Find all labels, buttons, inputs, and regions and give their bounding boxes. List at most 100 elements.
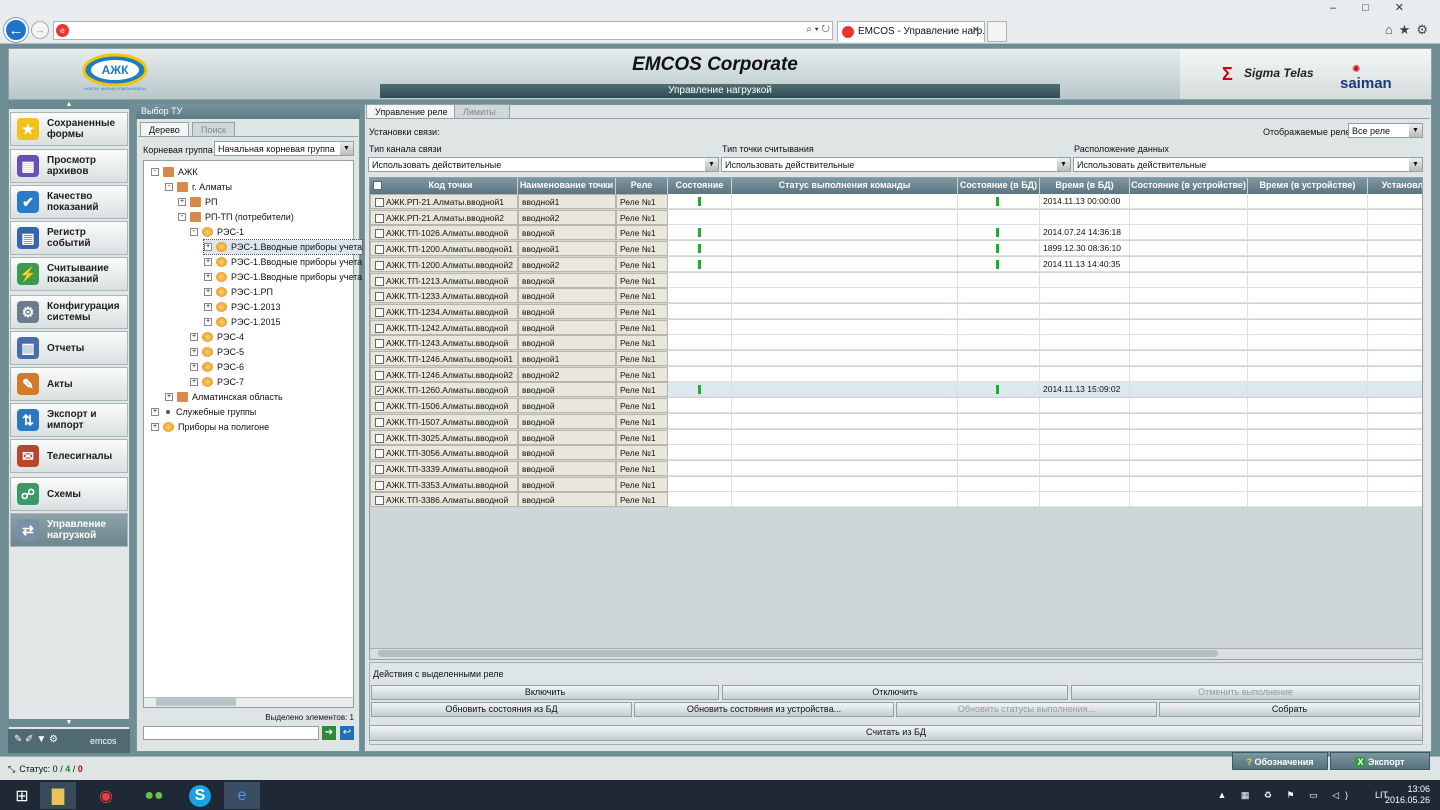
- row-checkbox[interactable]: [375, 355, 384, 364]
- row-checkbox[interactable]: [375, 370, 384, 380]
- chevron-down-icon[interactable]: ▼: [1409, 158, 1422, 171]
- row-checkbox[interactable]: [375, 402, 384, 412]
- column-header[interactable]: Состояние (в устройстве): [1130, 178, 1248, 194]
- data-location-select[interactable]: Использовать действительные ▼: [1073, 157, 1423, 172]
- tab-relay-control[interactable]: Управление реле: [366, 104, 457, 118]
- row-checkbox[interactable]: [375, 496, 384, 506]
- expand-icon[interactable]: +: [151, 408, 159, 416]
- table-row[interactable]: АЖК.ТП-1507.Алматы.вводной вводной Реле №1: [370, 413, 1422, 429]
- app-fruit-icon[interactable]: ●●: [136, 782, 172, 809]
- update-from-db-button[interactable]: Обновить состояния из БД: [371, 702, 632, 717]
- row-checkbox[interactable]: [375, 339, 384, 349]
- grid-scroll-thumb[interactable]: [378, 650, 1218, 657]
- tree-node[interactable]: + РЭС-1.2015: [204, 315, 281, 329]
- tree-node[interactable]: + РЭС-1.РП: [204, 285, 273, 299]
- row-checkbox[interactable]: [375, 229, 384, 239]
- row-checkbox[interactable]: [375, 260, 384, 270]
- row-checkbox[interactable]: [375, 292, 384, 302]
- tree-node[interactable]: + РЭС-1.2013: [204, 300, 281, 314]
- tree-node[interactable]: + РП: [178, 195, 217, 209]
- go-arrow-icon[interactable]: ➔: [322, 726, 336, 740]
- chrome-icon[interactable]: ◉: [88, 782, 124, 809]
- tree-node[interactable]: - г. Алматы: [165, 180, 232, 194]
- tree-node[interactable]: + Служебные группы: [151, 405, 256, 419]
- nav-item-3[interactable]: ✔ Качество показаний: [10, 185, 128, 219]
- system-tray-icons[interactable]: ▲ ▦ ♻ ⚑ ▭ ◁): [1218, 790, 1354, 801]
- table-row[interactable]: АЖК.ТП-1213.Алматы.вводной вводной Реле №1: [370, 272, 1422, 288]
- row-checkbox[interactable]: [375, 417, 384, 427]
- chevron-down-icon[interactable]: ▼: [1057, 158, 1070, 171]
- table-row[interactable]: АЖК.ТП-1200.Алматы.вводной1 вводной1 Реле …: [370, 241, 1422, 257]
- read-from-db-button[interactable]: Считать из БД: [369, 725, 1423, 741]
- row-checkbox[interactable]: [375, 433, 384, 443]
- status-expand-icon[interactable]: ⤡: [8, 764, 15, 774]
- tree-node[interactable]: + РЭС-1.Вводные приборы учета: [202, 239, 364, 255]
- collapse-icon[interactable]: -: [151, 168, 159, 176]
- nav-scroll-down-icon[interactable]: ▼: [8, 719, 130, 727]
- nav-item-12[interactable]: ⇄ Управление нагрузкой: [10, 513, 128, 547]
- new-tab-button[interactable]: [987, 21, 1007, 42]
- table-row[interactable]: АЖК.ТП-3353.Алматы.вводной вводной Реле №1: [370, 476, 1422, 492]
- row-checkbox[interactable]: ✓: [375, 386, 384, 396]
- table-row[interactable]: АЖК.ТП-1506.Алматы.вводной вводной Реле №1: [370, 398, 1422, 414]
- legend-button[interactable]: ? Обозначения: [1232, 752, 1328, 770]
- column-header[interactable]: Состояние: [668, 178, 732, 194]
- tree-node[interactable]: + РЭС-1.Вводные приборы учета: [204, 255, 362, 269]
- expand-icon[interactable]: +: [204, 243, 212, 251]
- table-row[interactable]: АЖК.ТП-1234.Алматы.вводной вводной Реле №1: [370, 303, 1422, 319]
- browser-tab[interactable]: EMCOS - Управление нагр... ✕: [837, 21, 985, 42]
- table-row[interactable]: АЖК.ТП-1242.Алматы.вводной вводной Реле №1: [370, 319, 1422, 335]
- tree-search-input[interactable]: [143, 726, 319, 740]
- expand-icon[interactable]: +: [190, 363, 198, 371]
- column-header[interactable]: Время (в устройстве): [1248, 178, 1368, 194]
- column-header[interactable]: Время (в БД): [1040, 178, 1130, 194]
- tree-node[interactable]: - РЭС-1: [190, 225, 244, 239]
- table-row[interactable]: АЖК.РП-21.Алматы.вводной2 вводной2 Реле №1: [370, 209, 1422, 225]
- relay-display-select[interactable]: Все реле ▼: [1348, 123, 1423, 138]
- nav-item-1[interactable]: ★ Сохраненные формы: [10, 112, 128, 146]
- skype-icon[interactable]: S: [182, 782, 218, 809]
- tree-node[interactable]: + РЭС-7: [190, 375, 244, 389]
- row-checkbox[interactable]: [375, 213, 384, 223]
- channel-type-select[interactable]: Использовать действительные ▼: [368, 157, 719, 172]
- cancel-execution-button[interactable]: Отменить выполнение: [1071, 685, 1420, 700]
- nav-item-10[interactable]: ✉ Телесигналы: [10, 439, 128, 473]
- tab-limits[interactable]: Лимиты: [454, 104, 510, 118]
- expand-icon[interactable]: +: [204, 258, 212, 266]
- expand-icon[interactable]: +: [190, 333, 198, 341]
- collapse-icon[interactable]: -: [178, 213, 186, 221]
- browser-tools-icons[interactable]: ⌂★⚙: [1385, 22, 1434, 38]
- back-button[interactable]: ←: [4, 18, 28, 42]
- expand-icon[interactable]: +: [151, 423, 159, 431]
- column-header[interactable]: Статус выполнения команды: [732, 178, 958, 194]
- point-type-select[interactable]: Использовать действительные ▼: [721, 157, 1071, 172]
- column-header[interactable]: Состояние (в БД): [958, 178, 1040, 194]
- address-tools[interactable]: ⌕ ▾ ↻: [806, 24, 830, 35]
- chevron-down-icon[interactable]: ▼: [340, 142, 353, 155]
- internet-explorer-icon[interactable]: e: [224, 782, 260, 809]
- table-row[interactable]: АЖК.ТП-3056.Алматы.вводной вводной Реле №1: [370, 445, 1422, 461]
- tab-search[interactable]: Поиск: [192, 122, 235, 136]
- tree-scroll-thumb[interactable]: [156, 698, 236, 706]
- tree-node[interactable]: + РЭС-6: [190, 360, 244, 374]
- nav-item-5[interactable]: ⚡ Считывание показаний: [10, 257, 128, 291]
- table-row[interactable]: АЖК.ТП-1200.Алматы.вводной2 вводной2 Реле …: [370, 256, 1422, 272]
- export-button[interactable]: X Экспорт: [1330, 752, 1430, 770]
- expand-icon[interactable]: +: [190, 348, 198, 356]
- column-header[interactable]: Установл: [1368, 178, 1422, 194]
- table-row[interactable]: АЖК.ТП-1246.Алматы.вводной1 вводной1 Реле …: [370, 351, 1422, 366]
- address-bar[interactable]: e ⌕ ▾ ↻: [53, 21, 833, 40]
- row-checkbox[interactable]: [375, 307, 384, 317]
- tab-tree[interactable]: Дерево: [140, 122, 189, 136]
- collect-button[interactable]: Собрать: [1159, 702, 1420, 717]
- column-header[interactable]: Реле: [616, 178, 668, 194]
- tree-node[interactable]: + РЭС-5: [190, 345, 244, 359]
- row-checkbox[interactable]: [375, 480, 384, 490]
- expand-icon[interactable]: +: [204, 288, 212, 296]
- file-explorer-icon[interactable]: ▇: [40, 782, 76, 809]
- tree-node[interactable]: + РЭС-1.Вводные приборы учета: [204, 270, 362, 284]
- enable-button[interactable]: Включить: [371, 685, 719, 700]
- tree-node[interactable]: - АЖК: [151, 165, 198, 179]
- nav-item-8[interactable]: ✎ Акты: [10, 367, 128, 401]
- table-row[interactable]: АЖК.ТП-1243.Алматы.вводной вводной Реле №1: [370, 335, 1422, 351]
